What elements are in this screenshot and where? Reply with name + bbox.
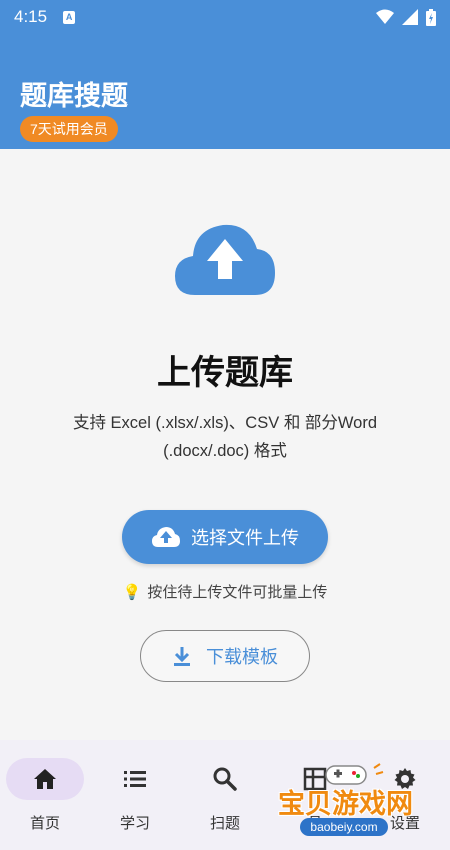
select-file-button[interactable]: 选择文件上传 <box>122 510 328 564</box>
download-template-button[interactable]: 下载模板 <box>140 630 310 682</box>
trial-badge[interactable]: 7天试用会员 <box>20 116 118 142</box>
status-icons <box>376 8 436 26</box>
nav-label-scan: 扫题 <box>209 815 240 832</box>
app-title: 题库搜题 <box>20 81 128 111</box>
download-template-label: 下载模板 <box>206 647 278 667</box>
nav-item-study[interactable]: 学习 <box>90 740 180 850</box>
lightbulb-icon: 💡 <box>122 583 142 601</box>
upload-description: 支持 Excel (.xlsx/.xls)、CSV 和 部分Word (.doc… <box>72 414 378 460</box>
watermark-url: baobeiy.com <box>300 818 388 836</box>
nav-item-home[interactable]: 首页 <box>0 740 90 850</box>
watermark-text: 宝贝游戏网 <box>278 789 413 819</box>
hint-text: 按住待上传文件可批量上传 <box>147 584 328 601</box>
wifi-icon <box>376 9 394 24</box>
list-icon <box>124 771 146 787</box>
status-bar: 4:15 A <box>0 0 450 34</box>
status-time: 4:15 <box>14 7 48 26</box>
watermark: 宝贝游戏网 baobeiy.com <box>276 762 436 840</box>
main-content: 上传题库 支持 Excel (.xlsx/.xls)、CSV 和 部分Word … <box>0 149 450 739</box>
signal-icon <box>402 9 418 25</box>
nav-label-study: 学习 <box>119 815 150 832</box>
select-file-label: 选择文件上传 <box>191 528 299 548</box>
cloud-upload-icon <box>175 224 275 295</box>
notification-icon: A <box>63 10 76 24</box>
app-header: 题库搜题 7天试用会员 <box>0 34 450 149</box>
download-icon <box>174 647 190 666</box>
batch-hint: 💡 按住待上传文件可批量上传 <box>0 581 450 602</box>
search-icon <box>213 767 237 791</box>
home-icon <box>34 769 56 789</box>
upload-title: 上传题库 <box>157 354 293 392</box>
battery-icon <box>426 8 436 26</box>
nav-item-scan[interactable]: 扫题 <box>180 740 270 850</box>
cloud-upload-icon <box>152 527 180 547</box>
nav-label-home: 首页 <box>29 815 60 832</box>
